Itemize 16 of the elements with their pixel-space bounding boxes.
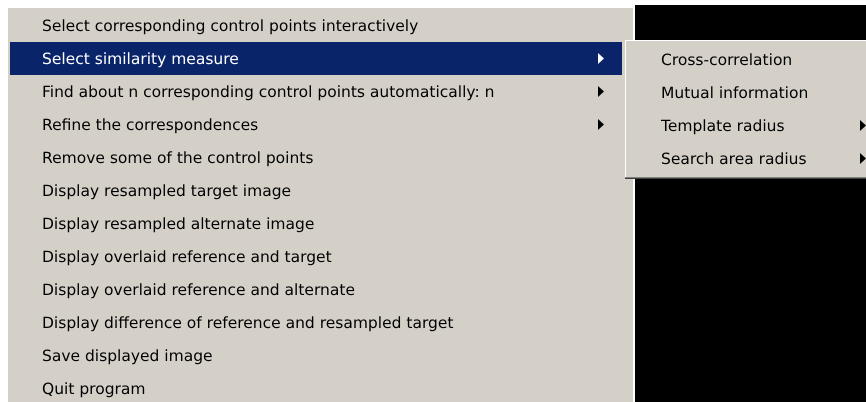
menu-item[interactable]: Display overlaid reference and target — [8, 240, 624, 273]
menu-item[interactable]: Save displayed image — [8, 339, 624, 372]
menu-item[interactable]: Search area radius — [626, 142, 866, 175]
menu-item[interactable]: Quit program — [8, 372, 624, 402]
menu-item[interactable]: Select similarity measure — [10, 42, 622, 75]
menu-item[interactable]: Select corresponding control points interactively — [8, 9, 624, 42]
menu-item[interactable]: Cross-correlation — [626, 43, 866, 76]
menu-item[interactable]: Display resampled target image — [8, 174, 624, 207]
menu-item[interactable]: Display overlaid reference and alternate — [8, 273, 624, 306]
menu-item[interactable]: Display resampled alternate image — [8, 207, 624, 240]
menu-item[interactable]: Remove some of the control points — [8, 141, 624, 174]
menu-item[interactable]: Mutual information — [626, 76, 866, 109]
menu-item[interactable]: Template radius — [626, 109, 866, 142]
menu-item[interactable]: Find about n corresponding control points automatically: n — [8, 75, 624, 108]
menu-item[interactable]: Display difference of reference and resampled target — [8, 306, 624, 339]
menu-item[interactable]: Refine the correspondences — [8, 108, 624, 141]
